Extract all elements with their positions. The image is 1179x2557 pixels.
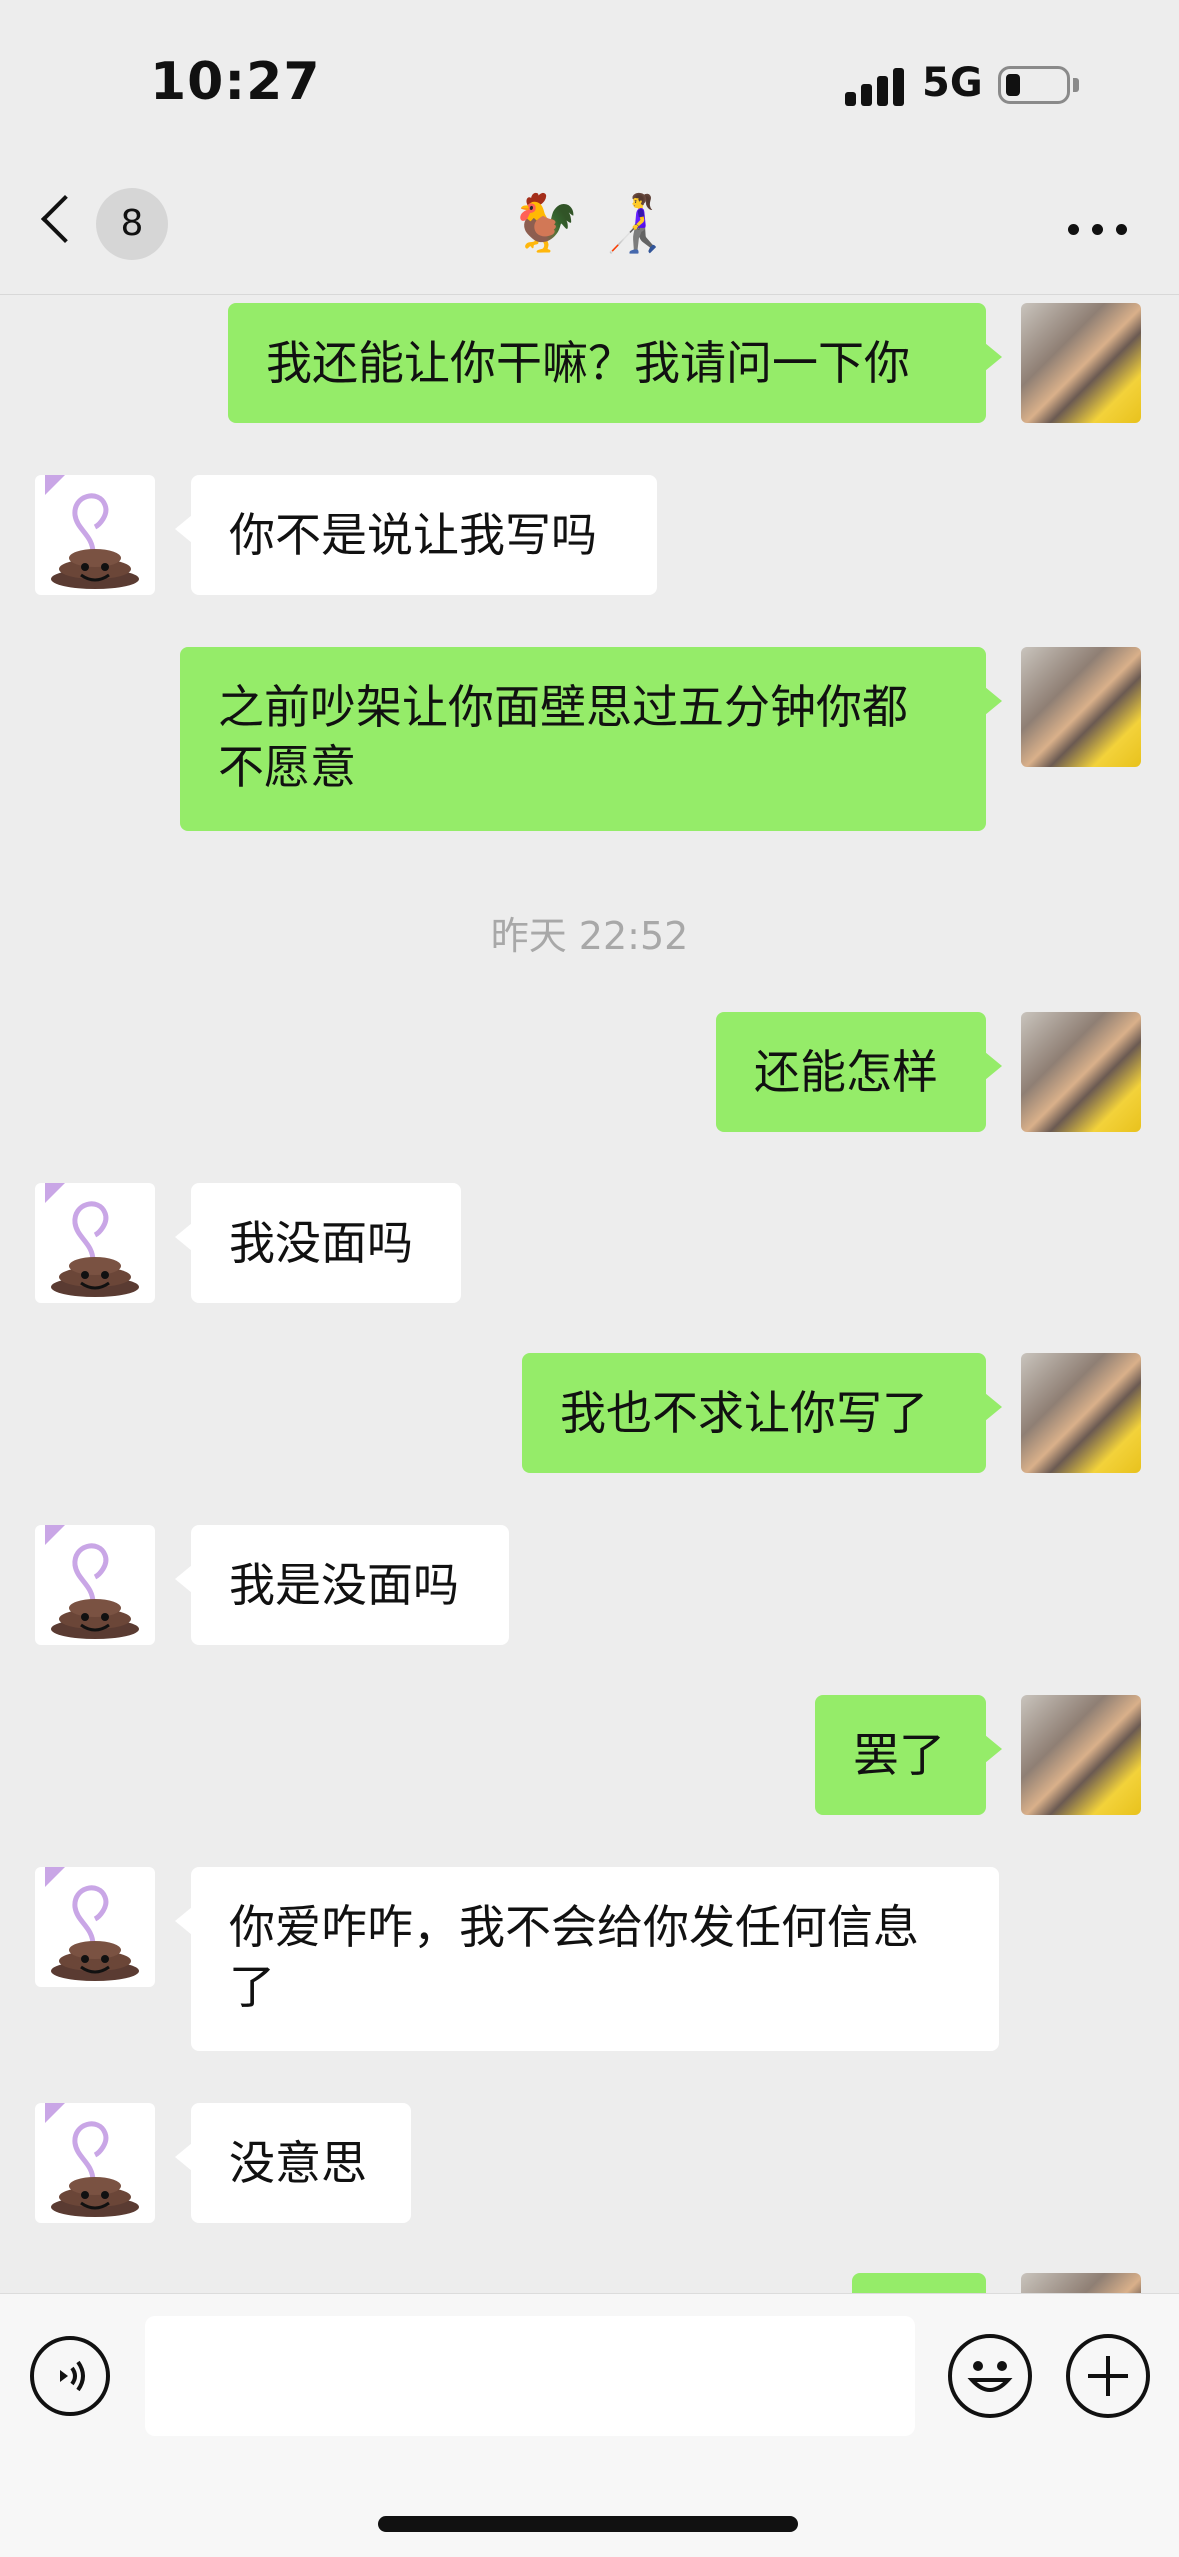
message-text: 还能怎样 xyxy=(754,1045,938,1099)
message-list[interactable]: 我还能让你干嘛？我请问一下你 你不是说让我写吗 之前吵架让你面壁思过五分钟你都不… xyxy=(0,295,1179,2293)
message-text: 没意思 xyxy=(229,2136,367,2190)
status-time: 10:27 xyxy=(150,52,321,112)
message-text: 我是没面吗 xyxy=(229,1558,459,1612)
poop-avatar-icon xyxy=(45,1183,139,1297)
my-avatar[interactable] xyxy=(1021,2273,1141,2293)
message-text: 你不是说让我写吗 xyxy=(229,508,597,562)
contact-avatar[interactable] xyxy=(35,2103,155,2223)
message-bubble[interactable]: 我还能让你干嘛？我请问一下你 xyxy=(228,303,1002,423)
message-bubble[interactable]: 我是没面吗 xyxy=(175,1525,509,1645)
plus-cross-icon xyxy=(1088,2356,1128,2396)
contact-avatar[interactable] xyxy=(35,1183,155,1303)
message-bubble[interactable]: 之前吵架让你面壁思过五分钟你都不愿意 xyxy=(180,647,1002,831)
input-bar xyxy=(0,2293,1179,2557)
my-avatar[interactable] xyxy=(1021,1012,1141,1132)
plus-icon[interactable] xyxy=(1066,2334,1150,2418)
battery-icon xyxy=(998,66,1070,104)
message-bubble[interactable]: 我没面吗 xyxy=(175,1183,461,1303)
message-text: 我也不求让你写了 xyxy=(560,1386,928,1440)
message-bubble[interactable]: 没意思 xyxy=(175,2103,411,2223)
message-text: 你爱咋咋，我不会给你发任何信息了 xyxy=(229,1900,919,2014)
message-bubble[interactable]: 你爱咋咋，我不会给你发任何信息了 xyxy=(175,1867,999,2051)
message-bubble[interactable]: 你不是说让我写吗 xyxy=(175,475,657,595)
signal-icon xyxy=(845,66,917,106)
status-bar: 10:27 5G xyxy=(0,0,1179,160)
message-bubble[interactable]: 罢了 xyxy=(815,1695,1002,1815)
message-input[interactable] xyxy=(145,2316,915,2436)
contact-avatar[interactable] xyxy=(35,475,155,595)
network-type: 5G xyxy=(922,60,983,106)
message-text: 我还能让你干嘛？我请问一下你 xyxy=(266,336,910,390)
battery-nub xyxy=(1073,78,1079,92)
message-bubble[interactable]: 还能怎样 xyxy=(716,1012,1002,1132)
contact-avatar[interactable] xyxy=(35,1525,155,1645)
message-text: 之前吵架让你面壁思过五分钟你都不愿意 xyxy=(218,680,908,794)
message-text: 罢了 xyxy=(853,1728,945,1782)
message-bubble[interactable]: 我也不求让你写了 xyxy=(522,1353,1002,1473)
message-text: 我没面吗 xyxy=(229,1216,413,1270)
home-indicator[interactable] xyxy=(378,2516,798,2532)
poop-avatar-icon xyxy=(45,1525,139,1639)
message-timestamp: 昨天 22:52 xyxy=(490,914,689,958)
message-bubble-partial[interactable] xyxy=(852,2273,986,2293)
poop-avatar-icon xyxy=(45,1867,139,1981)
contact-avatar[interactable] xyxy=(35,1867,155,1987)
poop-avatar-icon xyxy=(45,475,139,589)
more-dots-icon[interactable] xyxy=(1068,224,1128,236)
voice-waves-icon xyxy=(60,2360,85,2392)
smile-face-icon xyxy=(967,2361,1013,2392)
chat-title: 🐓 👩‍🦯 xyxy=(510,191,669,256)
poop-avatar-icon xyxy=(45,2103,139,2217)
chat-header: 8 🐓 👩‍🦯 xyxy=(0,160,1179,295)
voice-icon[interactable] xyxy=(30,2336,110,2416)
emoji-icon[interactable] xyxy=(948,2334,1032,2418)
my-avatar[interactable] xyxy=(1021,1695,1141,1815)
my-avatar[interactable] xyxy=(1021,647,1141,767)
my-avatar[interactable] xyxy=(1021,1353,1141,1473)
my-avatar[interactable] xyxy=(1021,303,1141,423)
